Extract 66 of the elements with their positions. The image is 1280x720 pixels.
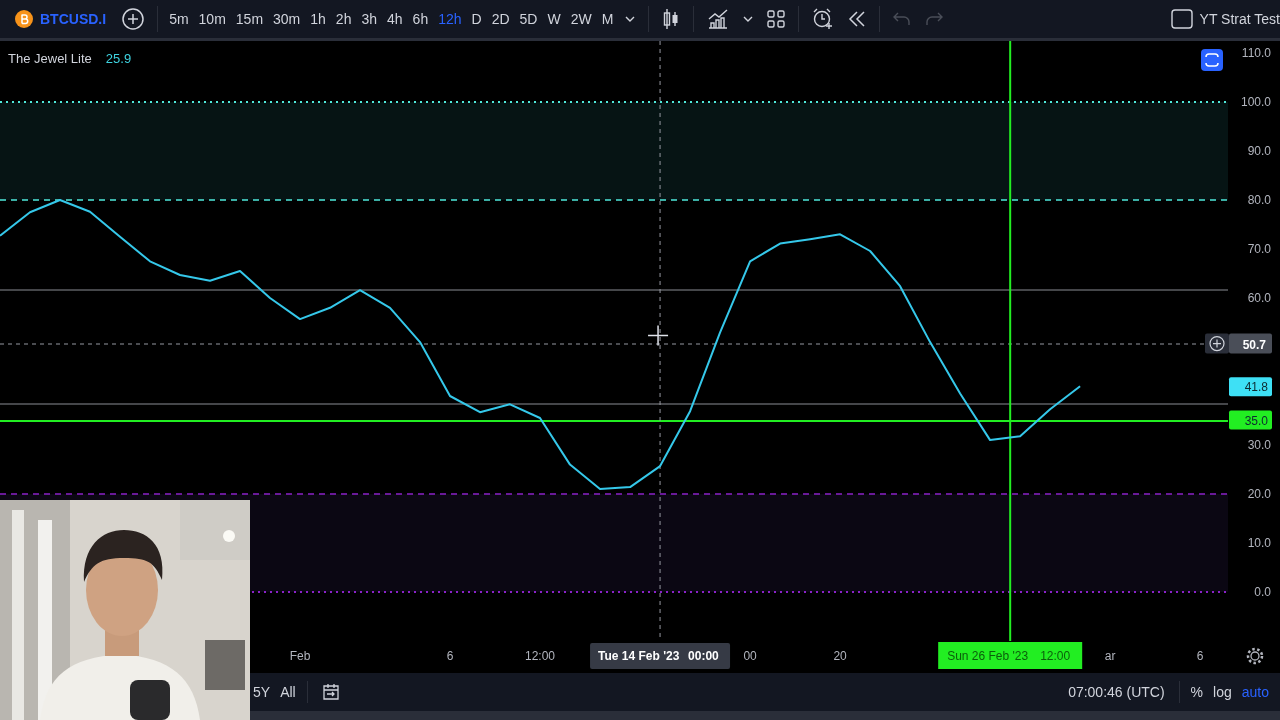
interval-button[interactable]: M: [596, 11, 619, 27]
interval-button[interactable]: 2W: [565, 11, 597, 27]
time-tick-label: 20: [833, 649, 847, 663]
price-tag: [1229, 333, 1272, 354]
time-tag-text: 12:00: [1040, 649, 1071, 663]
add-symbol-icon[interactable]: [122, 8, 145, 30]
indicators-icon[interactable]: [707, 8, 730, 30]
interval-button[interactable]: 30m: [268, 11, 306, 27]
scale-button[interactable]: auto: [1236, 684, 1274, 700]
price-tick-label: 70.0: [1247, 242, 1271, 256]
auto-scale-button[interactable]: [1201, 49, 1223, 71]
candlestick-icon[interactable]: [662, 8, 681, 30]
interval-button[interactable]: 15m: [230, 11, 269, 27]
scale-button[interactable]: log: [1208, 684, 1237, 700]
interval-button[interactable]: 3h: [356, 11, 382, 27]
time-tick-label: 6: [446, 649, 454, 663]
alarm-clock-icon[interactable]: [812, 8, 835, 30]
price-tick-label: 60.0: [1247, 291, 1271, 305]
price-tick-label: 30.0: [1247, 438, 1271, 452]
add-alert-icon[interactable]: [1205, 333, 1229, 354]
caret-icon[interactable]: [743, 15, 754, 23]
interval-button[interactable]: 2D: [486, 11, 515, 27]
go-to-date-icon[interactable]: [320, 683, 341, 701]
price-tick-label: 90.0: [1247, 144, 1271, 158]
rewind-icon[interactable]: [848, 11, 867, 27]
interval-button[interactable]: 2h: [330, 11, 357, 27]
time-tick-label: ar: [1104, 649, 1116, 663]
price-tag-text: 50.7: [1242, 337, 1266, 352]
crosshair-cursor-icon: [647, 324, 669, 347]
settings-icon[interactable]: [1246, 647, 1264, 665]
time-tick-label: 12:00: [525, 649, 556, 663]
interval-button[interactable]: 1h: [305, 11, 331, 27]
interval-button[interactable]: 10m: [193, 11, 231, 27]
interval-button[interactable]: 4h: [382, 11, 408, 27]
symbol-name[interactable]: BTCUSD.I: [40, 11, 107, 27]
interval-button[interactable]: 6h: [407, 11, 434, 27]
indicator-name[interactable]: The Jewel Lite: [8, 51, 92, 66]
price-tick-label: 0.0: [1254, 585, 1271, 599]
layout-grid-icon[interactable]: [767, 10, 786, 28]
clock-text[interactable]: 07:00:46 (UTC): [1068, 684, 1165, 700]
time-tag-text: Sun 26 Feb '23: [947, 649, 1029, 663]
layout-icon[interactable]: [1170, 9, 1193, 29]
caret-icon[interactable]: [625, 15, 636, 23]
interval-button[interactable]: 5D: [514, 11, 543, 27]
price-tick-label: 10.0: [1247, 536, 1271, 550]
time-tick-label: 6: [1196, 649, 1204, 663]
price-tick-label: 110.0: [1241, 46, 1271, 60]
time-tick-label: 00: [743, 649, 757, 663]
time-tick-label: Feb: [289, 649, 311, 663]
time-tag-text: Tue 14 Feb '23: [598, 649, 680, 663]
interval-button[interactable]: 5m: [164, 11, 194, 27]
time-tag-text: 00:00: [688, 649, 719, 663]
price-tick-label: 80.0: [1247, 193, 1271, 207]
price-tick-label: 100.0: [1240, 95, 1271, 109]
interval-button[interactable]: 12h: [433, 11, 467, 27]
range-button[interactable]: All: [275, 684, 301, 700]
price-tag-text: 41.8: [1244, 380, 1268, 395]
price-tick-label: 20.0: [1247, 487, 1271, 501]
coin-icon: [15, 10, 33, 28]
range-button[interactable]: 5Y: [248, 684, 276, 700]
indicator-value: 25.9: [105, 51, 132, 66]
interval-button[interactable]: D: [466, 11, 487, 27]
layout-name[interactable]: YT Strat Test: [1199, 11, 1280, 27]
interval-button[interactable]: W: [542, 11, 566, 27]
scale-button[interactable]: %: [1185, 684, 1209, 700]
price-tag-text: 35.0: [1244, 413, 1268, 428]
